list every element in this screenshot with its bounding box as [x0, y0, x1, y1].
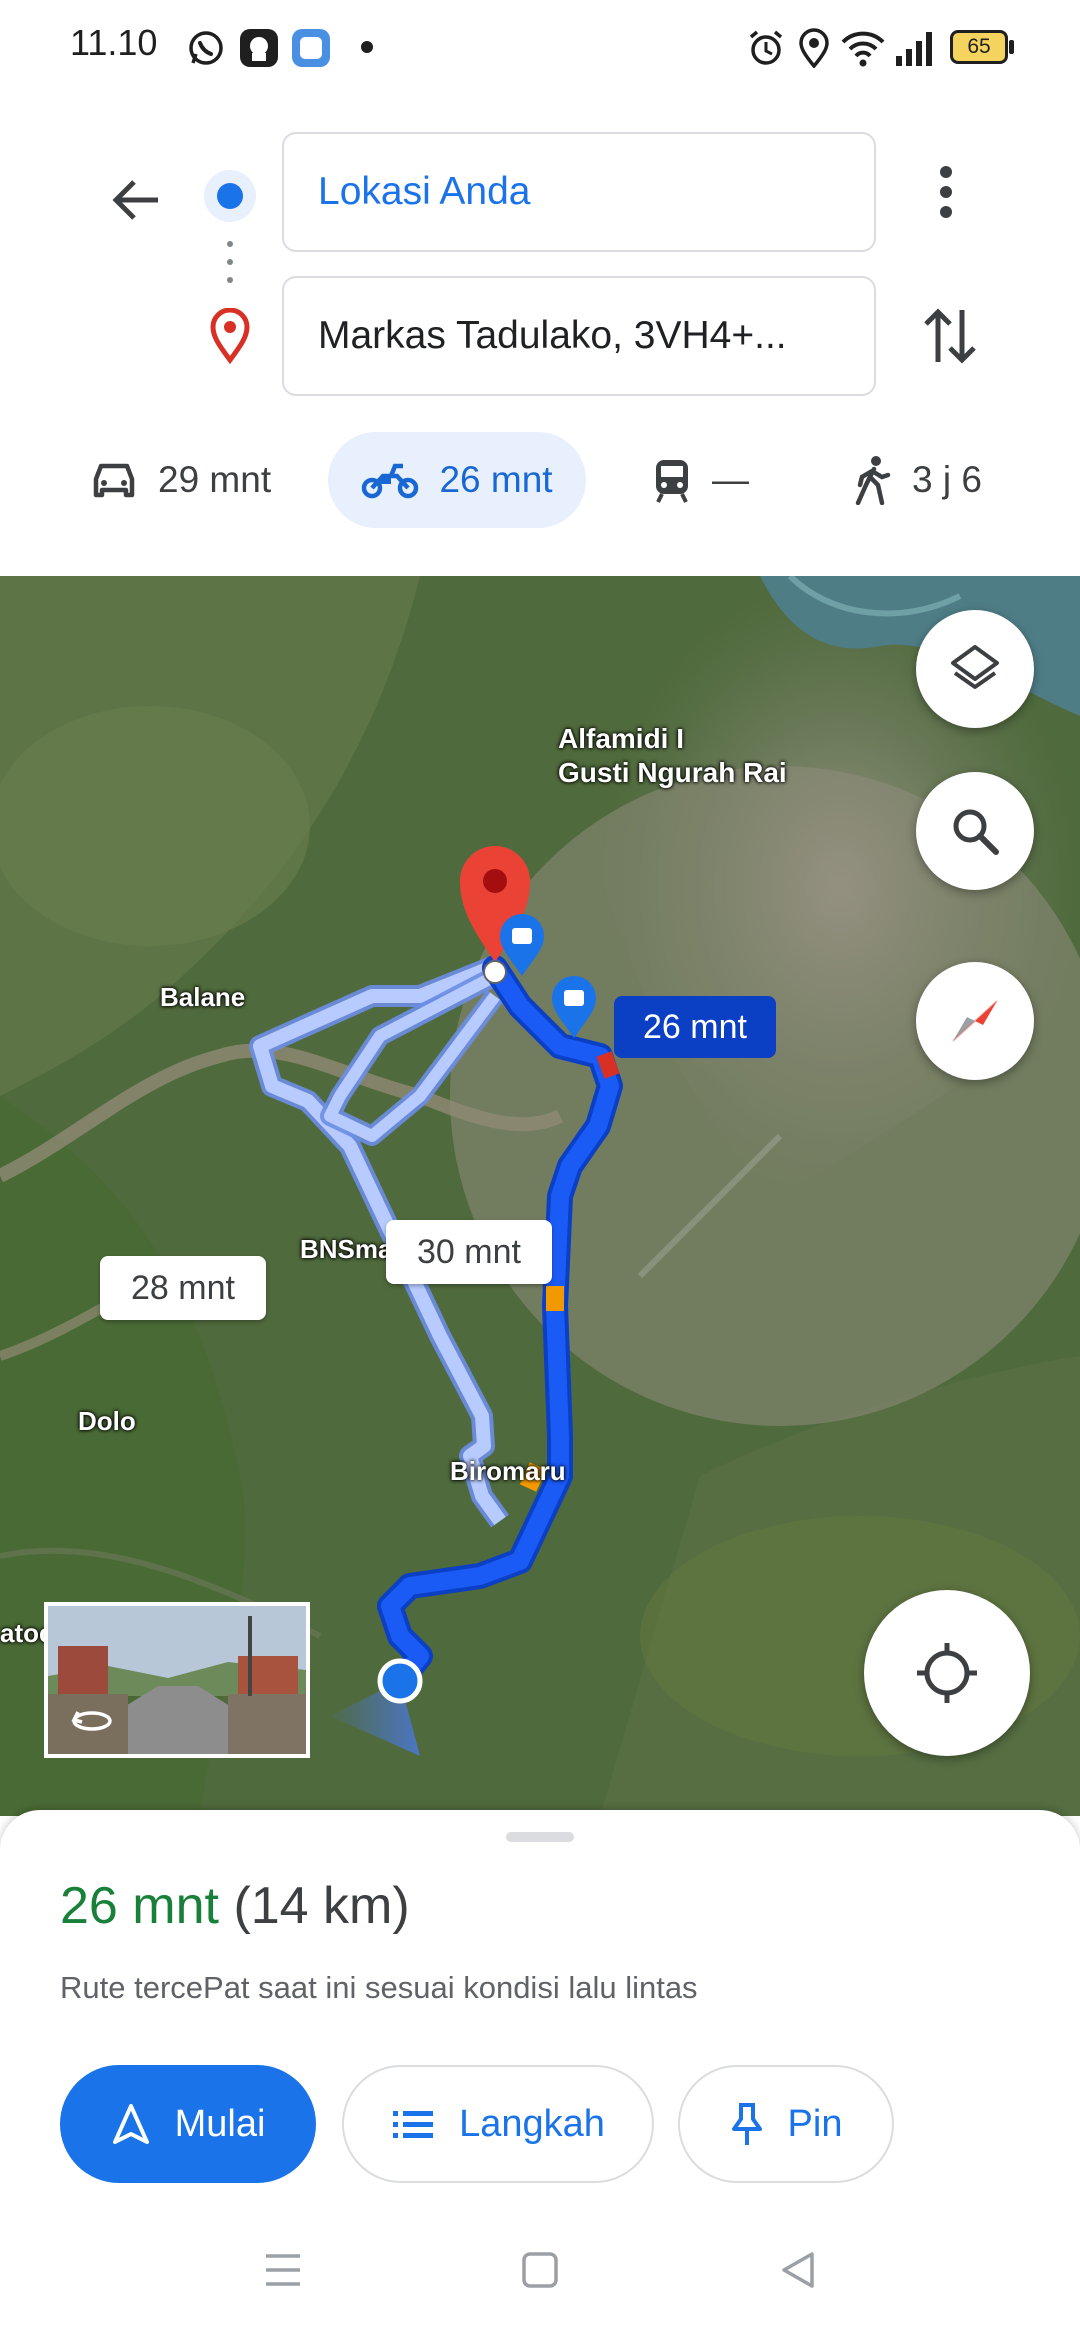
route-description: Rute tercePat saat ini sesuai kondisi la… — [60, 1970, 698, 2005]
whatsapp-icon — [189, 31, 223, 65]
route-label-primary[interactable]: 26 mnt — [614, 996, 776, 1058]
pin-icon — [731, 2103, 762, 2145]
mode-car-tab[interactable]: 29 mnt — [90, 432, 271, 528]
place-label-balane: Balane — [160, 982, 246, 1012]
swap-vert-icon — [924, 308, 976, 364]
route-connector-dots — [227, 241, 233, 283]
place-label-biromaru: Biromaru — [450, 1456, 566, 1486]
route-duration: 26 mnt — [60, 1877, 219, 1935]
list-icon — [393, 2111, 434, 2138]
mode-walk-label: 3 j 6 — [912, 459, 982, 500]
signal-icon — [896, 32, 932, 66]
more-options-button[interactable] — [918, 150, 974, 234]
mode-car-label: 29 mnt — [158, 459, 272, 500]
navigation-arrow-icon — [112, 2104, 149, 2144]
360-rotate-icon — [71, 1711, 112, 1731]
wifi-icon — [841, 31, 885, 67]
mode-motorcycle-tab[interactable]: 26 mnt — [328, 432, 586, 528]
app-notification-icon — [240, 29, 278, 67]
destination-input[interactable]: Markas Tadulako, 3VH4+... — [282, 276, 876, 396]
more-vert-icon — [940, 166, 952, 218]
pin-label: Pin — [787, 2102, 843, 2145]
location-status-icon — [799, 28, 829, 68]
more-notifications-dot-icon — [361, 41, 373, 53]
steps-button[interactable]: Langkah — [342, 2065, 654, 2183]
sheet-drag-handle[interactable] — [506, 1832, 574, 1842]
compass-button[interactable] — [916, 962, 1034, 1080]
search-along-route-button[interactable] — [916, 772, 1034, 890]
layers-icon — [951, 645, 999, 689]
layers-button[interactable] — [916, 610, 1034, 728]
battery-tip — [1009, 40, 1014, 54]
alarm-icon — [749, 30, 783, 65]
origin-input[interactable]: Lokasi Anda — [282, 132, 876, 252]
status-bar: 11.10 65 — [0, 0, 1080, 96]
mode-transit-tab[interactable]: — — [652, 432, 749, 528]
compass-icon — [952, 1000, 998, 1042]
my-location-button[interactable] — [864, 1590, 1030, 1756]
place-label-dolo: Dolo — [78, 1406, 136, 1436]
route-label-alt2[interactable]: 30 mnt — [386, 1220, 552, 1284]
route-label-alt1[interactable]: 28 mnt — [100, 1256, 266, 1320]
route-summary: 26 mnt (14 km) — [60, 1876, 410, 1936]
recent-apps-nav-icon[interactable] — [262, 2250, 304, 2290]
steps-label: Langkah — [459, 2102, 605, 2145]
home-nav-icon[interactable] — [520, 2250, 560, 2290]
swap-locations-button[interactable] — [910, 296, 990, 376]
mode-motorcycle-label: 26 mnt — [439, 459, 553, 500]
destination-pin-icon — [210, 308, 250, 364]
walk-icon — [855, 456, 891, 505]
mode-walk-tab[interactable]: 3 j 6 — [852, 432, 982, 528]
back-nav-icon[interactable] — [778, 2250, 818, 2290]
route-distance: (14 km) — [233, 1877, 410, 1935]
battery-level: 65 — [967, 35, 991, 58]
mode-transit-label: — — [712, 459, 749, 500]
status-time: 11.10 — [70, 22, 158, 63]
app-notification-icon-2 — [292, 29, 330, 67]
search-icon — [953, 809, 999, 855]
car-icon — [93, 463, 135, 498]
back-button[interactable] — [96, 160, 176, 240]
transit-icon — [656, 460, 688, 503]
poi-label-alfamidi[interactable]: Alfamidi I Gusti Ngurah Rai — [558, 722, 787, 790]
arrow-back-icon — [112, 180, 158, 220]
pin-button[interactable]: Pin — [678, 2065, 894, 2183]
street-view-thumbnail[interactable] — [44, 1602, 310, 1758]
my-location-icon — [917, 1643, 977, 1703]
motorcycle-icon — [362, 463, 419, 499]
origin-dot-icon — [204, 170, 256, 222]
place-label-bns: BNSma — [300, 1234, 393, 1264]
start-label: Mulai — [174, 2102, 266, 2145]
start-navigation-button[interactable]: Mulai — [60, 2065, 316, 2183]
battery-icon: 65 — [950, 30, 1008, 64]
map-view[interactable]: Alfamidi I Gusti Ngurah Rai Balane BNSma… — [0, 576, 1080, 1816]
